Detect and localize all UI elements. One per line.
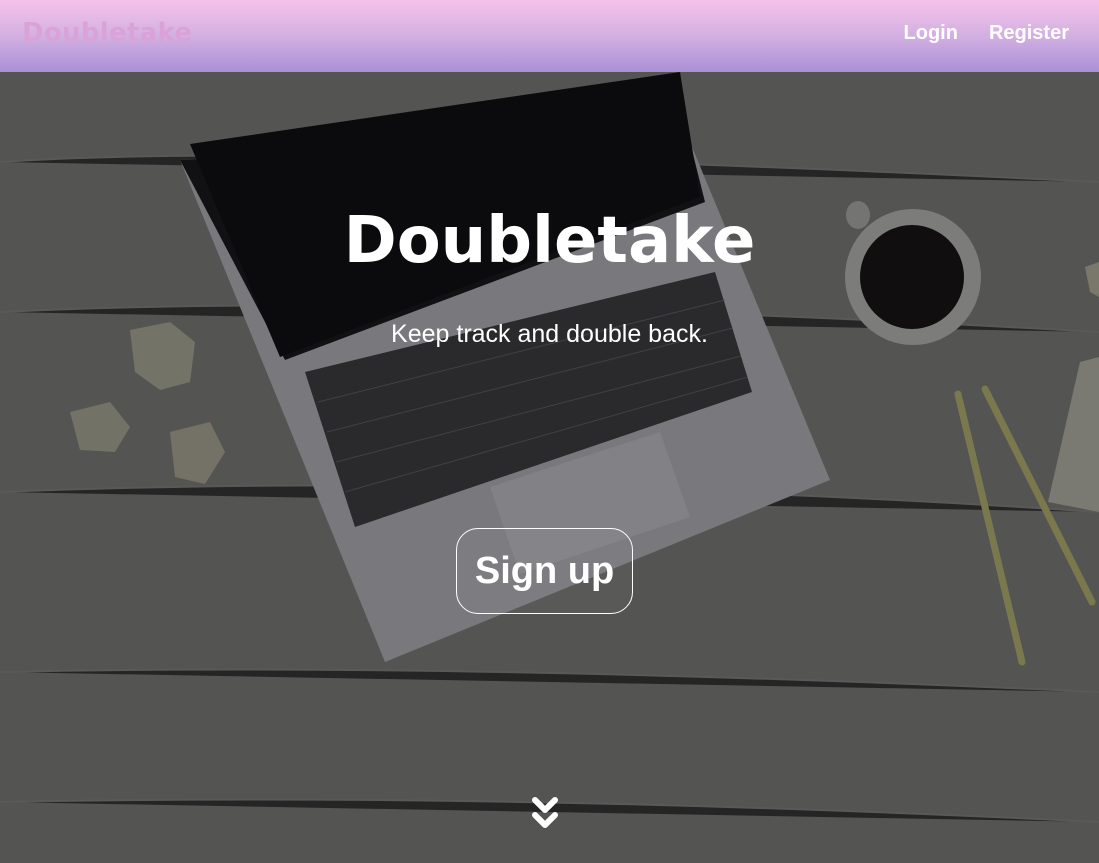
scroll-down-button[interactable] bbox=[529, 795, 561, 833]
hero-title: Doubletake bbox=[343, 204, 756, 278]
register-link[interactable]: Register bbox=[989, 22, 1069, 45]
hero-section: Doubletake Keep track and double back. S… bbox=[0, 72, 1099, 863]
sign-up-button[interactable]: Sign up bbox=[456, 528, 633, 614]
nav-links: Login Register bbox=[904, 22, 1069, 45]
hero-subtitle: Keep track and double back. bbox=[391, 320, 708, 348]
navbar: Doubletake Login Register bbox=[0, 0, 1099, 72]
login-link[interactable]: Login bbox=[904, 22, 958, 45]
brand-logo-link[interactable]: Doubletake bbox=[22, 18, 192, 48]
chevron-double-down-icon bbox=[532, 797, 558, 828]
hero-overlay bbox=[0, 72, 1099, 863]
